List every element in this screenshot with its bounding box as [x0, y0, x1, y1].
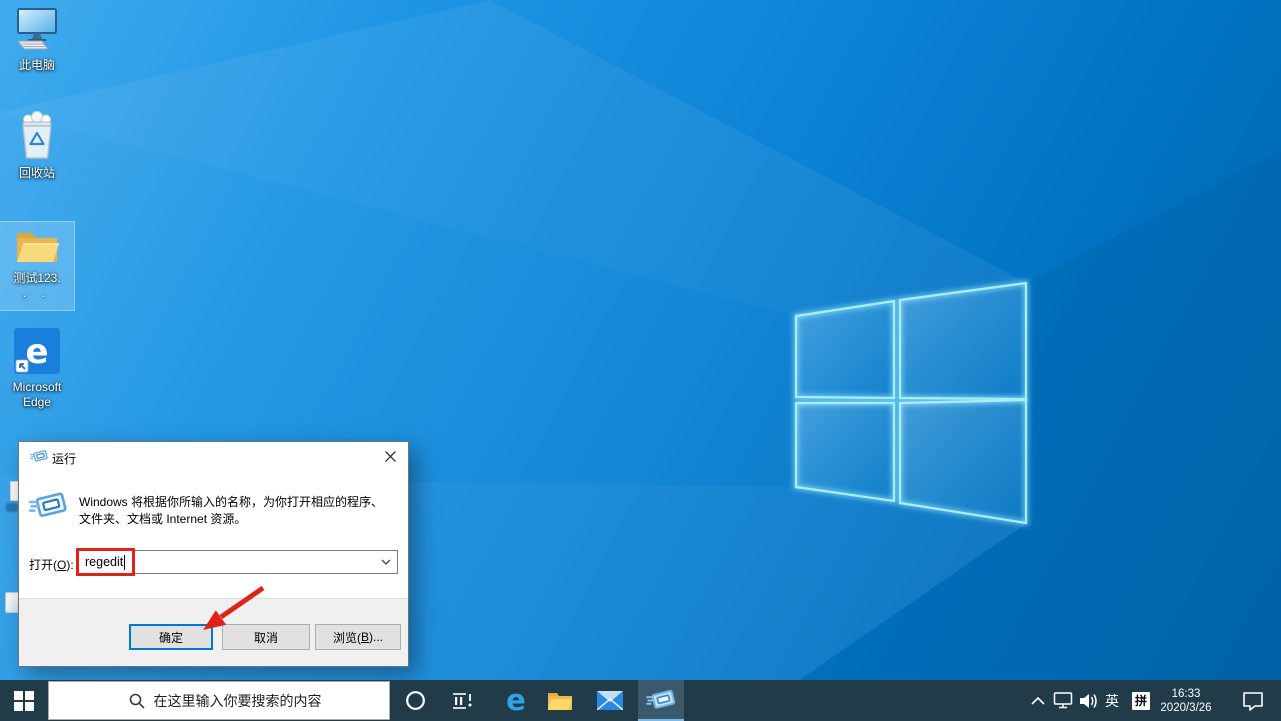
action-center-button[interactable]: [1232, 680, 1274, 721]
run-dialog-titlebar[interactable]: 运行: [19, 442, 408, 472]
tray-network-button[interactable]: [1050, 680, 1076, 721]
tray-show-hidden-icons-button[interactable]: [1026, 680, 1050, 721]
windows-desktop: 此电脑 回收站 测试123. . . e Microsoft E: [0, 0, 1281, 721]
dialog-description: Windows 将根据你所输入的名称，为你打开相应的程序、 文件夹、文档或 In…: [79, 494, 383, 528]
icon-label: 此电脑: [0, 58, 74, 72]
desktop-icon-this-pc[interactable]: 此电脑: [0, 6, 74, 72]
icon-label-line2: Edge: [0, 395, 74, 409]
close-icon: [385, 451, 396, 462]
cancel-button[interactable]: 取消: [222, 624, 310, 650]
cancel-button-label: 取消: [254, 629, 278, 646]
recycle-bin-icon: [15, 110, 59, 160]
clock-date: 2020/3/26: [1160, 701, 1211, 715]
open-label-prefix: 打开(: [29, 558, 57, 572]
annotation-red-box: [76, 548, 135, 576]
taskbar-run-button-active[interactable]: [638, 680, 684, 721]
file-explorer-icon: [547, 690, 573, 711]
taskbar-mail-button[interactable]: [588, 680, 632, 721]
icon-label: 测试123.: [0, 271, 74, 285]
open-field-label: 打开(O):: [29, 556, 74, 573]
folder-icon: [14, 227, 60, 265]
this-pc-icon: [13, 6, 61, 52]
open-label-accesskey: O: [57, 558, 66, 572]
ime-language-label: 英: [1105, 691, 1119, 711]
run-icon-large: [28, 490, 68, 520]
network-icon: [1052, 692, 1074, 709]
tray-ime-language-button[interactable]: 英: [1098, 680, 1126, 721]
task-view-button[interactable]: [440, 680, 486, 721]
taskbar: 在这里输入你要搜索的内容 e: [0, 680, 1281, 721]
cortana-icon: [405, 690, 426, 711]
chevron-down-icon[interactable]: [381, 559, 391, 565]
browse-label-accesskey: B: [361, 630, 369, 644]
ok-button[interactable]: 确定: [129, 624, 213, 650]
browse-label-suffix: )...: [369, 630, 383, 644]
run-icon: [646, 688, 676, 711]
cortana-button[interactable]: [392, 680, 438, 721]
description-line2: 文件夹、文档或 Internet 资源。: [79, 511, 383, 528]
edge-icon: e: [14, 328, 60, 374]
search-placeholder: 在这里输入你要搜索的内容: [154, 691, 322, 711]
svg-text:e: e: [25, 332, 48, 372]
speaker-icon: [1079, 693, 1099, 709]
icon-label-line2: . .: [0, 286, 74, 300]
desktop-icon-folder-selected[interactable]: 测试123. . .: [0, 222, 74, 310]
start-button[interactable]: [0, 680, 48, 721]
taskbar-edge-button[interactable]: e: [494, 680, 538, 721]
chevron-up-icon: [1031, 697, 1045, 705]
browse-button[interactable]: 浏览(B)...: [315, 624, 401, 650]
run-icon: [30, 449, 48, 463]
close-button[interactable]: [372, 442, 408, 471]
desktop-icon-edge[interactable]: e Microsoft Edge: [0, 328, 74, 409]
edge-icon: e: [506, 686, 526, 715]
icon-label: 回收站: [0, 166, 74, 180]
open-label-suffix: ):: [66, 558, 73, 572]
taskbar-search-input[interactable]: 在这里输入你要搜索的内容: [48, 681, 390, 720]
clock-time: 16:33: [1172, 687, 1201, 701]
taskbar-file-explorer-button[interactable]: [538, 680, 582, 721]
ime-mode-icon: 拼: [1132, 692, 1150, 710]
icon-label: Microsoft: [0, 380, 74, 394]
dialog-footer: 确定 取消 浏览(B)...: [19, 598, 408, 666]
tray-clock[interactable]: 16:33 2020/3/26: [1150, 680, 1222, 721]
desktop-icon-recycle-bin[interactable]: 回收站: [0, 110, 74, 180]
dialog-title: 运行: [52, 450, 76, 467]
browse-label-prefix: 浏览(: [333, 629, 361, 646]
description-line1: Windows 将根据你所输入的名称，为你打开相应的程序、: [79, 494, 383, 511]
search-icon: [129, 693, 145, 709]
ok-button-label: 确定: [159, 629, 183, 646]
windows-start-icon: [14, 691, 34, 711]
mail-icon: [597, 691, 623, 710]
task-view-icon: [452, 692, 474, 710]
action-center-icon: [1242, 691, 1264, 711]
windows-logo: [796, 283, 1026, 523]
obscured-icon-label-fragment: [6, 503, 18, 512]
